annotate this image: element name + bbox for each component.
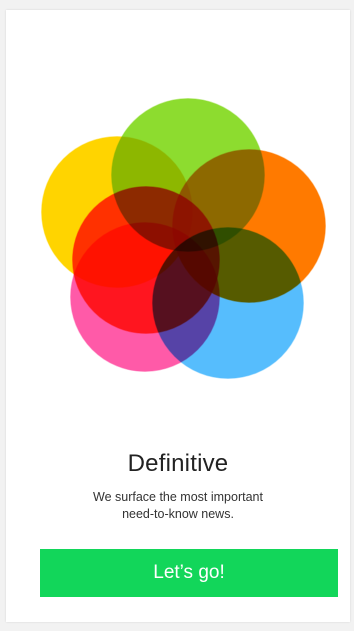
venn-circles-illustration bbox=[40, 97, 327, 380]
page-subtitle: We surface the most important need-to-kn… bbox=[46, 489, 310, 523]
subtitle-line-1: We surface the most important bbox=[93, 490, 263, 504]
blue-circle bbox=[151, 226, 305, 380]
page-title: Definitive bbox=[127, 450, 229, 477]
onboarding-screen: Definitive We surface the most important… bbox=[6, 10, 350, 622]
subtitle-line-2: need-to-know news. bbox=[122, 507, 234, 521]
lets-go-button[interactable]: Let’s go! bbox=[40, 549, 338, 597]
